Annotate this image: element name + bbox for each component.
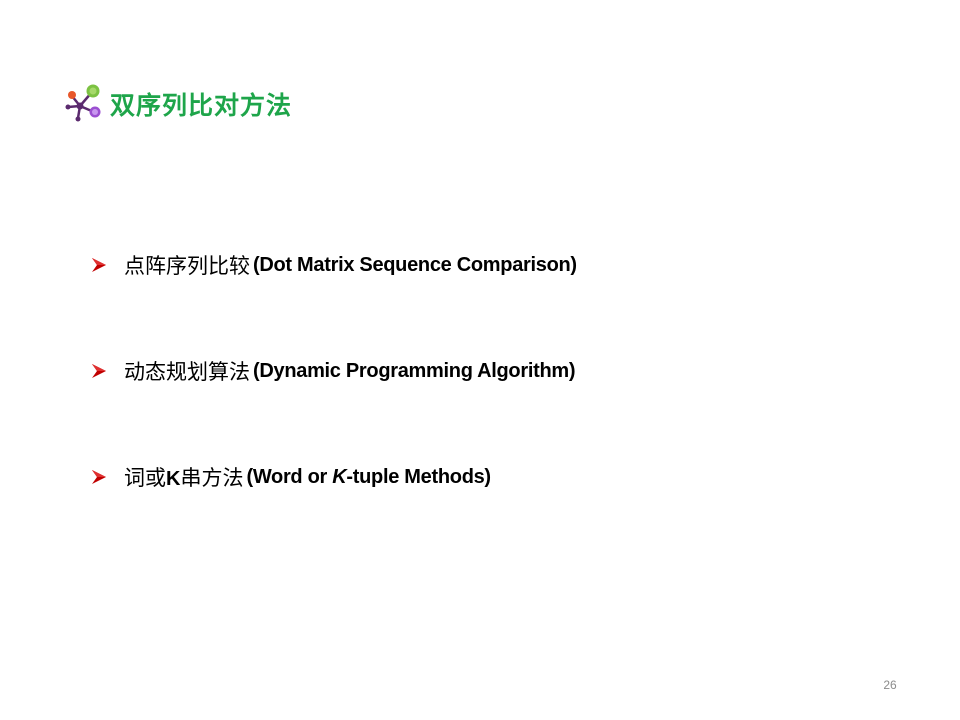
bullet-cn-text: 动态规划算法 <box>124 360 250 384</box>
bullet-cn-text: 点阵序列比较 <box>124 254 250 278</box>
molecule-network-icon <box>65 84 101 122</box>
slide: 双序列比对方法 点阵序列比较 (Dot Matrix Sequence Comp… <box>0 0 960 720</box>
bullet-cn-text: 词或K串方法 <box>124 462 243 492</box>
bullet-en-rest: -tuple Methods) <box>346 465 491 488</box>
bullet-en-text: (Dynamic Programming Algorithm) <box>253 359 576 382</box>
bullet-en-k-italic: K <box>332 465 347 488</box>
bullet-en-text: (Dot Matrix Sequence Comparison) <box>253 253 577 276</box>
arrow-bullet-icon <box>92 364 106 378</box>
slide-header: 双序列比对方法 <box>62 82 292 126</box>
bullet-item-dynamic-programming: 动态规划算法 (Dynamic Programming Algorithm) <box>90 353 810 389</box>
arrow-bullet-icon <box>92 470 106 484</box>
bullet-en-text: (Word or K-tuple Methods) <box>246 465 491 489</box>
page-number: 26 <box>883 678 897 692</box>
bullet-cn-part1: 词或 <box>124 466 166 490</box>
arrow-bullet-icon <box>92 258 106 272</box>
bullet-item-ktuple: 词或K串方法 (Word or K-tuple Methods) <box>90 459 810 495</box>
bullet-cn-k: K <box>166 468 181 490</box>
bullet-cn-part2: 串方法 <box>180 466 244 490</box>
bullet-item-dot-matrix: 点阵序列比较 (Dot Matrix Sequence Comparison) <box>90 247 810 283</box>
bullet-en-open: (Word or <box>246 465 333 488</box>
slide-title: 双序列比对方法 <box>110 91 293 120</box>
